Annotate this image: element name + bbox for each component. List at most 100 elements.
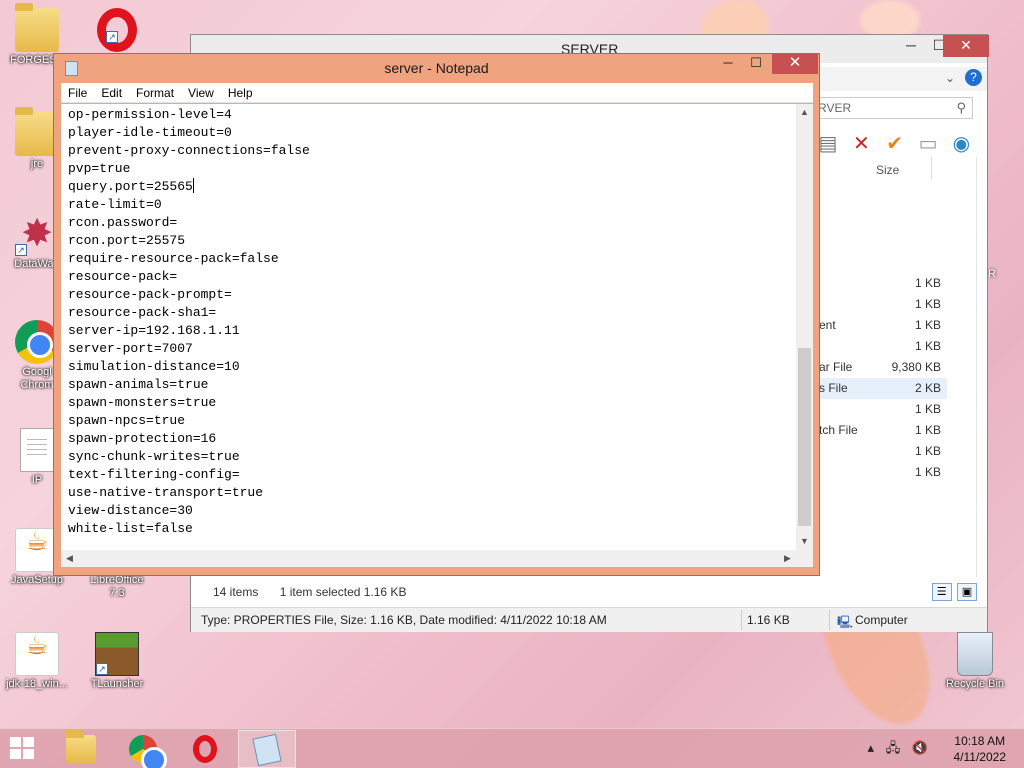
editor-line[interactable]: resource-pack-prompt= [68,286,310,304]
menu-view[interactable]: View [181,83,221,100]
menu-file[interactable]: File [61,83,94,100]
taskbar-opera[interactable] [176,730,234,768]
file-row[interactable]: ent 1 KB [819,315,947,336]
menu-format[interactable]: Format [129,83,181,100]
editor-line[interactable]: sync-chunk-writes=true [68,448,310,466]
scroll-right-icon[interactable]: ▶ [779,550,796,567]
scroll-up-icon[interactable]: ▲ [796,104,813,121]
file-list: 1 KB 1 KB ent 1 KB 1 KB ar File 9,380 KB s… [819,273,947,483]
editor-line[interactable]: use-native-transport=true [68,484,310,502]
clock-time: 10:18 AM [954,734,1006,748]
search-input[interactable]: RVER ⚲ [813,97,973,119]
editor-line[interactable]: prevent-proxy-connections=false [68,142,310,160]
editor-line[interactable]: require-resource-pack=false [68,250,310,268]
editor-line[interactable]: rcon.password= [68,214,310,232]
desktop-icon-tlauncher[interactable]: ↗ TLauncher [82,632,152,691]
help-icon[interactable]: ? [965,69,982,86]
horizontal-scrollbar[interactable]: ◀ ▶ [61,550,796,567]
details-size: 1.16 KB [747,613,790,627]
rename-icon[interactable]: ▭ [913,131,943,156]
scrollbar-thumb[interactable] [798,348,811,526]
chevron-down-icon[interactable]: ⌄ [945,71,955,85]
chrome-icon [129,735,167,768]
minimize-button[interactable]: ─ [897,35,925,57]
menu-edit[interactable]: Edit [94,83,129,100]
file-row[interactable]: ar File 9,380 KB [819,357,947,378]
large-icons-view-icon[interactable]: ▣ [957,583,977,601]
scrollbar-corner [796,550,813,567]
editor-line[interactable]: op-permission-level=4 [68,106,310,124]
opera-icon [193,735,217,763]
delete-icon[interactable]: ✕ [846,131,876,156]
editor-line[interactable]: spawn-protection=16 [68,430,310,448]
close-button[interactable]: ✕ [772,54,818,74]
scroll-down-icon[interactable]: ▼ [796,533,813,550]
editor-line[interactable]: spawn-animals=true [68,376,310,394]
editor-line[interactable]: server-port=7007 [68,340,310,358]
file-row[interactable]: 1 KB [819,294,947,315]
file-explorer-icon [66,730,96,763]
scroll-left-icon[interactable]: ◀ [61,550,78,567]
editor-line[interactable]: server-ip=192.168.1.11 [68,322,310,340]
shortcut-arrow-icon: ↗ [96,663,108,675]
address-bar[interactable]: ⌄ ? [819,67,987,91]
desktop-icon-jdk[interactable]: jdk-18_win... [2,632,72,691]
minimize-button[interactable]: ─ [714,54,742,74]
properties-icon[interactable]: ◉ [946,131,976,156]
menu-help[interactable]: Help [221,83,260,100]
file-row[interactable]: tch File 1 KB [819,420,947,441]
text-file-icon [20,428,54,472]
vertical-scrollbar[interactable]: ▲ ▼ [796,104,813,550]
desktop-icon-label-partial: R [988,268,996,280]
taskbar-file-explorer[interactable] [52,730,110,768]
notepad-titlebar[interactable]: server - Notepad ─ ☐ ✕ [54,54,819,83]
file-row[interactable]: 1 KB [819,399,947,420]
editor-line[interactable]: rcon.port=25575 [68,232,310,250]
computer-icon: 🖳 [837,615,854,629]
item-count: 14 items [213,585,259,599]
editor-line[interactable]: resource-pack= [68,268,310,286]
desktop-icon-label: LibreOffice 7.3 [90,574,144,599]
desktop-icon-label: jdk-18_win... [6,678,68,690]
editor-line[interactable]: player-idle-timeout=0 [68,124,310,142]
taskbar-notepad[interactable] [238,730,296,768]
network-icon[interactable]: 🖧 [886,740,901,755]
editor-text[interactable]: op-permission-level=4 player-idle-timeout… [68,106,310,538]
editor-line[interactable]: resource-pack-sha1= [68,304,310,322]
editor-line[interactable]: spawn-npcs=true [68,412,310,430]
desktop-icon-recycle-bin[interactable]: Recycle Bin [940,632,1010,691]
notepad-window[interactable]: server - Notepad ─ ☐ ✕ File Edit Format Vie… [53,53,820,576]
shortcut-arrow-icon: ↗ [15,244,27,256]
editor-line[interactable]: pvp=true [68,160,310,178]
size-column-header[interactable]: Size [876,163,899,177]
file-row[interactable]: 1 KB [819,273,947,294]
close-button[interactable]: ✕ [943,35,989,57]
editor-line[interactable]: rate-limit=0 [68,196,310,214]
file-row[interactable]: 1 KB [819,336,947,357]
search-icon[interactable]: ⚲ [956,100,966,116]
folder-icon [15,3,59,52]
file-row-selected[interactable]: s File 2 KB [819,378,947,399]
text-editor[interactable]: op-permission-level=4 player-idle-timeout… [61,104,813,567]
clock[interactable]: 10:18 AM 4/11/2022 [954,733,1007,765]
maximize-button[interactable]: ☐ [742,54,770,74]
file-row[interactable]: 1 KB [819,441,947,462]
checkmark-icon[interactable]: ✔ [880,131,910,156]
editor-line[interactable]: spawn-monsters=true [68,394,310,412]
editor-line[interactable]: query.port=25565 [68,178,310,196]
desktop-icon-opera[interactable]: ↗ [82,8,152,54]
editor-line[interactable]: view-distance=30 [68,502,310,520]
details-view-icon[interactable]: ☰ [931,583,952,601]
editor-line[interactable]: text-filtering-config= [68,466,310,484]
taskbar-chrome[interactable] [114,730,172,768]
file-row[interactable]: 1 KB [819,462,947,483]
editor-line[interactable]: simulation-distance=10 [68,358,310,376]
volume-muted-icon[interactable]: 🔇 [912,740,928,755]
windows-logo-icon [10,737,21,747]
editor-line[interactable]: white-list=false [68,520,310,538]
show-hidden-icons-icon[interactable]: ▴ [868,740,875,755]
start-button[interactable] [10,737,36,761]
details-bar: Type: PROPERTIES File, Size: 1.16 KB, Da… [191,607,987,632]
status-divider [829,610,830,630]
desktop-icon-label: Recycle Bin [945,678,1005,690]
